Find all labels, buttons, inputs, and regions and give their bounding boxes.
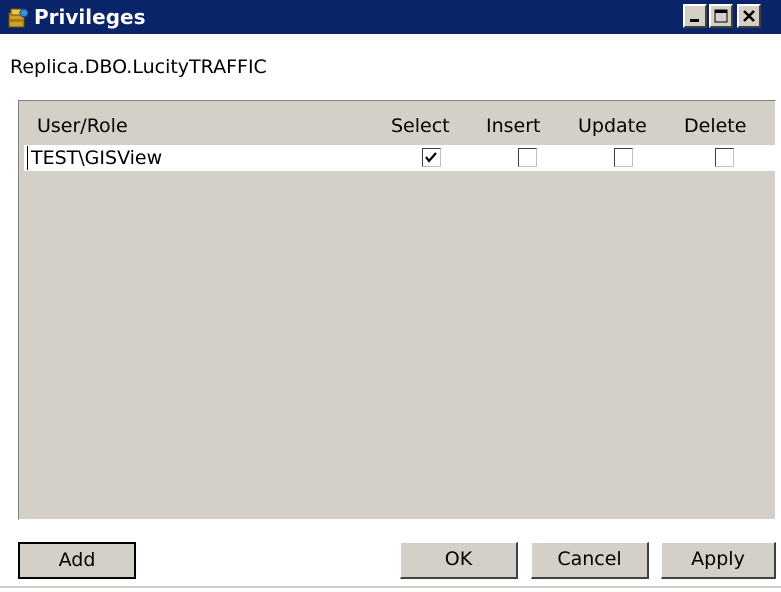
column-header-insert: Insert bbox=[486, 115, 541, 137]
ok-button[interactable]: OK bbox=[400, 542, 518, 579]
column-header-delete: Delete bbox=[684, 115, 747, 137]
user-role-cell[interactable]: TEST\GISView bbox=[27, 146, 162, 170]
cancel-button[interactable]: Cancel bbox=[531, 542, 649, 579]
column-header-select: Select bbox=[391, 115, 450, 137]
insert-checkbox[interactable] bbox=[518, 148, 537, 167]
title-bar[interactable]: Privileges bbox=[0, 0, 781, 34]
close-button[interactable] bbox=[737, 4, 761, 28]
window-title: Privileges bbox=[34, 5, 146, 29]
apply-button[interactable]: Apply bbox=[661, 542, 776, 579]
minimize-icon bbox=[690, 19, 699, 22]
database-privileges-icon bbox=[6, 5, 30, 29]
privileges-list[interactable]: User/Role Select Insert Update Delete TE… bbox=[18, 100, 776, 520]
select-checkbox[interactable] bbox=[422, 148, 441, 167]
update-checkbox[interactable] bbox=[614, 148, 633, 167]
column-header-user-role: User/Role bbox=[37, 115, 128, 137]
minimize-button[interactable] bbox=[683, 4, 707, 28]
maximize-button[interactable] bbox=[709, 4, 733, 28]
window-bottom-divider bbox=[0, 586, 781, 588]
checkmark-icon bbox=[425, 152, 437, 163]
table-row[interactable]: TEST\GISView bbox=[24, 145, 776, 171]
delete-checkbox[interactable] bbox=[715, 148, 734, 167]
maximize-icon bbox=[714, 9, 728, 23]
close-icon bbox=[743, 10, 755, 22]
add-button[interactable]: Add bbox=[18, 542, 136, 579]
object-name-label: Replica.DBO.LucityTRAFFIC bbox=[10, 56, 267, 78]
column-header-update: Update bbox=[578, 115, 647, 137]
